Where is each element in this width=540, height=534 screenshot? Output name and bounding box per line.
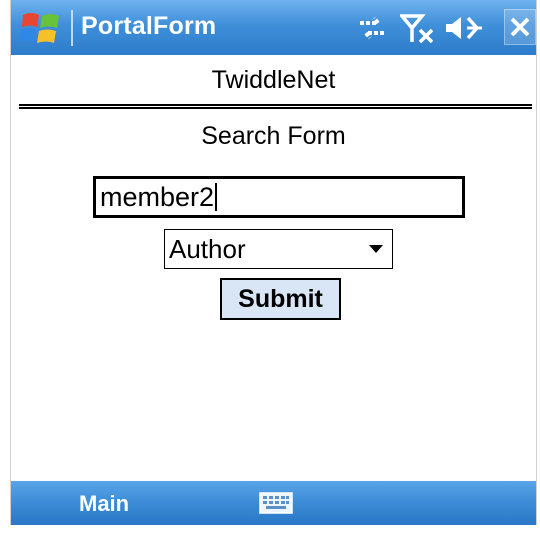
search-input[interactable]: member2: [93, 176, 465, 218]
close-button[interactable]: [504, 9, 536, 45]
page-heading: TwiddleNet: [211, 66, 336, 94]
volume-icon[interactable]: [444, 12, 484, 44]
submit-button[interactable]: Submit: [220, 278, 341, 320]
title-separator: [71, 10, 73, 46]
select-value: Author: [169, 233, 246, 264]
menu-bar: Main: [11, 481, 536, 525]
search-input-value: member2: [100, 181, 215, 212]
chevron-down-icon[interactable]: [369, 245, 383, 253]
text-caret: [215, 183, 218, 211]
main-softkey[interactable]: Main: [79, 491, 129, 517]
connectivity-icon[interactable]: [356, 12, 388, 44]
header-divider: [19, 104, 532, 109]
device-screen: PortalForm TwiddleNet Search Form member…: [10, 0, 537, 525]
no-signal-icon[interactable]: [400, 12, 436, 44]
form-title: Search Form: [201, 122, 346, 150]
close-icon: [510, 17, 530, 37]
app-title: PortalForm: [81, 12, 217, 40]
search-field-select[interactable]: Author: [164, 229, 393, 269]
title-bar: PortalForm: [11, 0, 536, 55]
windows-start-icon[interactable]: [19, 9, 63, 47]
keyboard-icon[interactable]: [259, 492, 293, 514]
